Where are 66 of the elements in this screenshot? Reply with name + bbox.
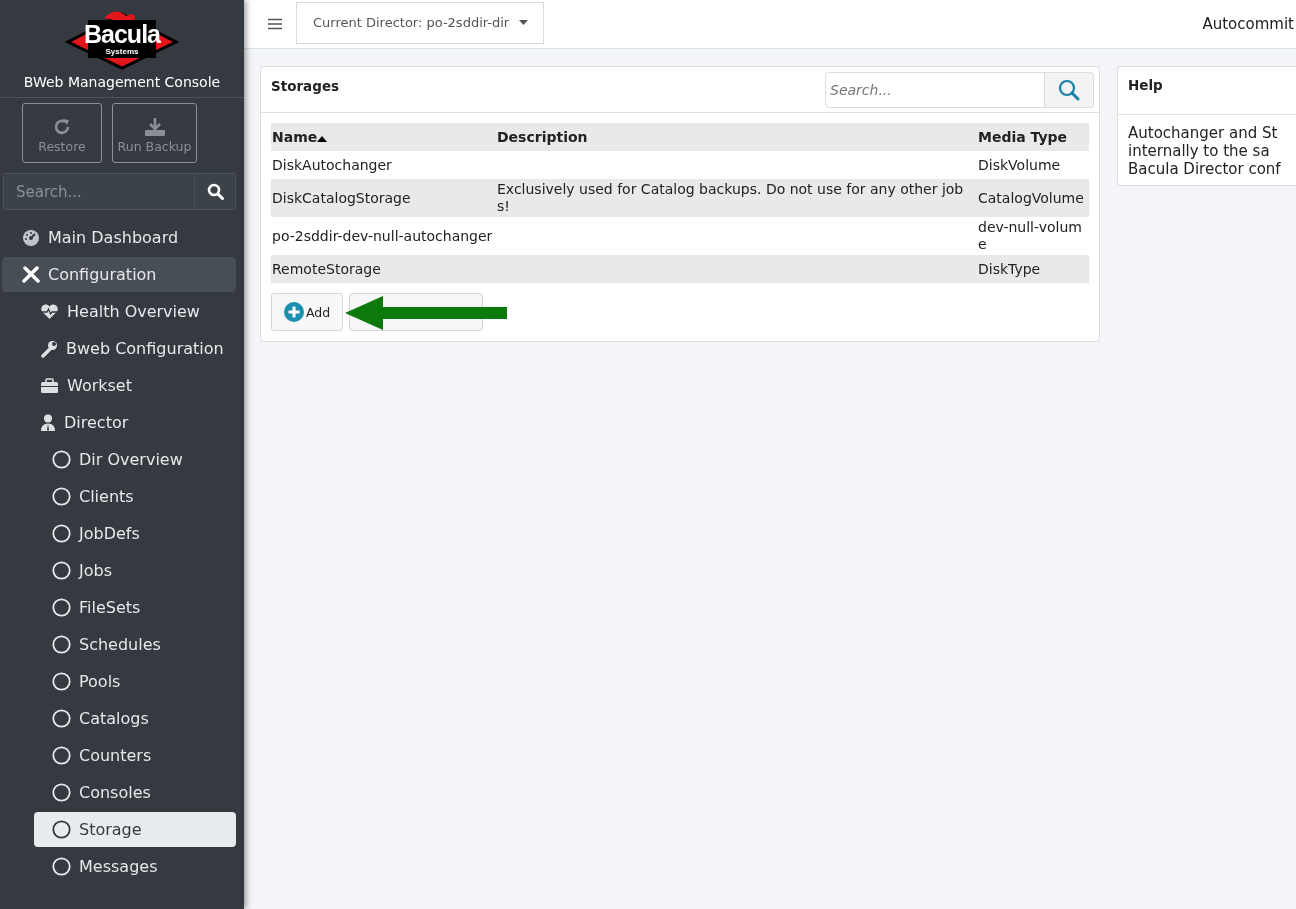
search-icon bbox=[206, 183, 224, 200]
table-cell: po-2sddir-dev-null-autochanger bbox=[272, 227, 493, 244]
nav-item[interactable]: Jobs bbox=[34, 553, 236, 588]
nav-item[interactable]: Main Dashboard bbox=[2, 220, 236, 255]
panel-title: Help bbox=[1128, 77, 1163, 93]
circle-icon bbox=[52, 635, 71, 654]
director-dropdown[interactable]: Current Director: po-2sddir-dir bbox=[296, 1, 545, 44]
nav-item[interactable]: Messages bbox=[34, 849, 236, 884]
table-cell: DiskType bbox=[978, 260, 1041, 277]
search-field[interactable]: Search... bbox=[3, 173, 195, 210]
help-text: Autochanger and St internally to the sa Bacula Director conf bbox=[1127, 123, 1282, 180]
table-cell: CatalogVolume bbox=[978, 189, 1084, 206]
circle-icon bbox=[52, 561, 71, 580]
circle-icon bbox=[52, 450, 71, 469]
download-icon bbox=[143, 116, 166, 137]
wrench-icon bbox=[40, 339, 58, 358]
logo-wordmark: Bacula bbox=[83, 21, 162, 47]
circle-icon bbox=[52, 857, 71, 876]
circle-icon bbox=[52, 672, 71, 691]
table-cell: dev-null-volume bbox=[978, 219, 1082, 252]
table-cell: DiskVolume bbox=[978, 156, 1061, 173]
table-cell: Exclusively used for Catalog backups. Do not use for any other jobs! bbox=[497, 181, 964, 214]
briefcase-icon bbox=[40, 377, 59, 394]
column-header[interactable]: Media Type bbox=[977, 123, 1089, 151]
tools-icon bbox=[22, 265, 40, 284]
dashboard-icon bbox=[22, 228, 40, 247]
table-cell: DiskCatalogStorage bbox=[272, 189, 411, 206]
nav-item[interactable]: Dir Overview bbox=[34, 442, 236, 477]
nav-item[interactable]: Counters bbox=[34, 738, 236, 773]
nav-item[interactable]: JobDefs bbox=[34, 516, 236, 551]
circle-icon bbox=[52, 524, 71, 543]
nav-item[interactable]: Catalogs bbox=[34, 701, 236, 736]
nav-item[interactable]: Consoles bbox=[34, 775, 236, 810]
plus-circle-icon bbox=[284, 302, 304, 322]
caret-icon bbox=[519, 20, 529, 25]
circle-icon bbox=[52, 487, 71, 506]
panel-title: Storages bbox=[271, 77, 340, 94]
nav-item[interactable]: Storage bbox=[34, 812, 236, 847]
add-button[interactable]: Add bbox=[271, 293, 344, 331]
console-title: BWeb Management Console bbox=[23, 73, 221, 92]
table-cell: DiskAutochanger bbox=[272, 156, 392, 173]
search-button[interactable] bbox=[195, 173, 236, 210]
autocommit-label: Autocommit bbox=[1202, 15, 1294, 33]
nav-item[interactable]: Pools bbox=[34, 664, 236, 699]
nav-item[interactable]: Configuration bbox=[2, 257, 236, 292]
user-icon bbox=[40, 414, 56, 431]
circle-icon bbox=[52, 783, 71, 802]
column-header[interactable]: Description bbox=[496, 123, 977, 151]
nav-item[interactable]: Director bbox=[2, 405, 236, 440]
refresh-icon bbox=[52, 116, 72, 137]
heartbeat-icon bbox=[40, 303, 59, 320]
logo-tagline: Systems bbox=[104, 47, 140, 56]
circle-icon bbox=[52, 598, 71, 617]
search-icon bbox=[1058, 79, 1080, 101]
menu-icon[interactable] bbox=[268, 18, 282, 30]
table-cell: RemoteStorage bbox=[272, 260, 381, 277]
column-header[interactable]: Name bbox=[271, 123, 496, 151]
nav-item[interactable]: Bweb Configuration bbox=[2, 331, 236, 366]
circle-icon bbox=[52, 820, 71, 839]
circle-icon bbox=[52, 746, 71, 765]
nav-item[interactable]: Health Overview bbox=[2, 294, 236, 329]
circle-icon bbox=[52, 709, 71, 728]
nav-item[interactable]: Workset bbox=[2, 368, 236, 403]
nav-item[interactable]: Clients bbox=[34, 479, 236, 514]
nav-item[interactable]: Schedules bbox=[34, 627, 236, 662]
nav-item[interactable]: FileSets bbox=[34, 590, 236, 625]
